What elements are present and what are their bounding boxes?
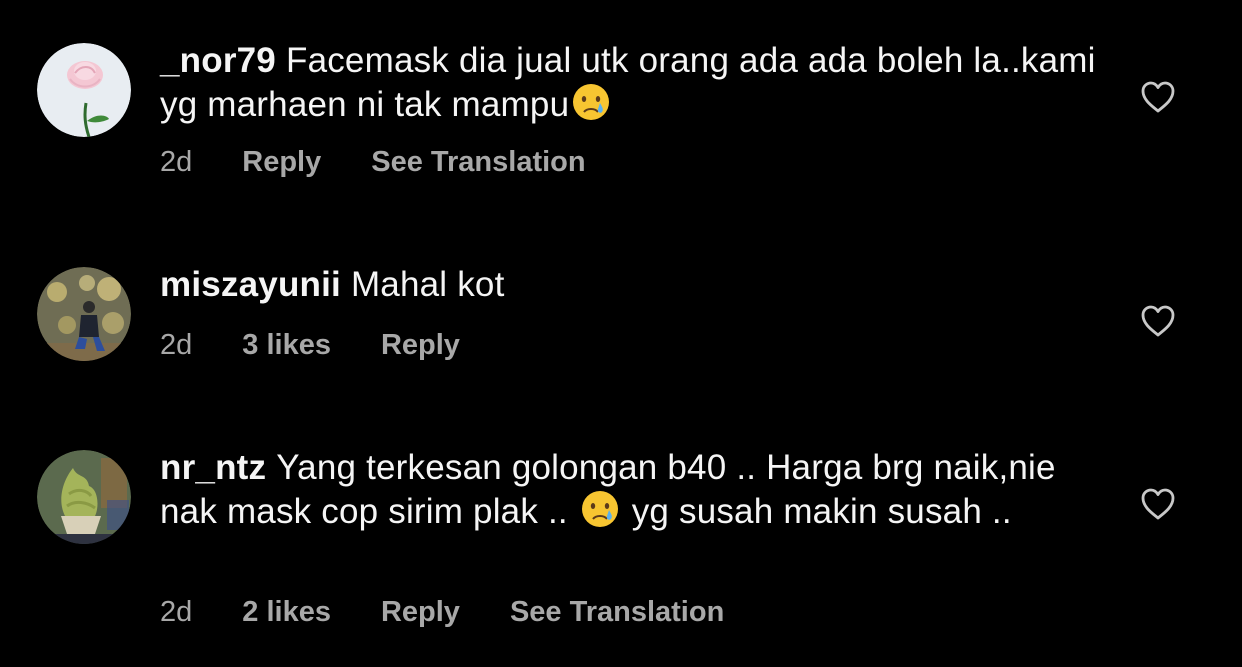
- rose-avatar-icon: [37, 43, 131, 137]
- comment-time: 2d: [160, 146, 193, 178]
- comment-meta: 2d Reply See Translation: [160, 146, 636, 179]
- heart-outline-icon[interactable]: [1140, 80, 1176, 114]
- comment-text: _nor79 Facemask dia jual utk orang ada ad…: [160, 40, 1110, 132]
- comment-username[interactable]: miszayunii: [160, 265, 341, 304]
- see-translation-button[interactable]: See Translation: [371, 146, 585, 179]
- comment-body: Mahal kot: [350, 265, 505, 304]
- comment-time: 2d: [160, 596, 193, 628]
- crying-face-icon: [580, 489, 620, 539]
- comment-body: Facemask dia jual utk orang ada ada bole…: [160, 41, 1096, 124]
- reply-button[interactable]: Reply: [242, 146, 321, 179]
- comment-username[interactable]: nr_ntz: [160, 448, 266, 487]
- see-translation-button[interactable]: See Translation: [510, 596, 724, 629]
- ice-cream-avatar-icon: [37, 450, 131, 544]
- comment-time: 2d: [160, 329, 193, 361]
- person-lights-avatar-icon: [37, 267, 131, 361]
- likes-count[interactable]: 3 likes: [242, 329, 331, 362]
- reply-button[interactable]: Reply: [381, 596, 460, 629]
- comment-body-continued: yg susah makin susah ..: [631, 492, 1012, 531]
- avatar[interactable]: [37, 450, 131, 544]
- heart-outline-icon[interactable]: [1140, 487, 1176, 521]
- avatar[interactable]: [37, 267, 131, 361]
- reply-button[interactable]: Reply: [381, 329, 460, 362]
- crying-face-icon: [571, 82, 611, 132]
- comment-text: nr_ntz Yang terkesan golongan b40 .. Harg…: [160, 447, 1110, 539]
- comment-meta: 2d 2 likes Reply See Translation: [160, 596, 774, 629]
- comment-username[interactable]: _nor79: [160, 41, 276, 80]
- comment-text: miszayunii Mahal kot: [160, 264, 1110, 306]
- avatar[interactable]: [37, 43, 131, 137]
- heart-outline-icon[interactable]: [1140, 304, 1176, 338]
- likes-count[interactable]: 2 likes: [242, 596, 331, 629]
- comment-meta: 2d 3 likes Reply: [160, 329, 510, 362]
